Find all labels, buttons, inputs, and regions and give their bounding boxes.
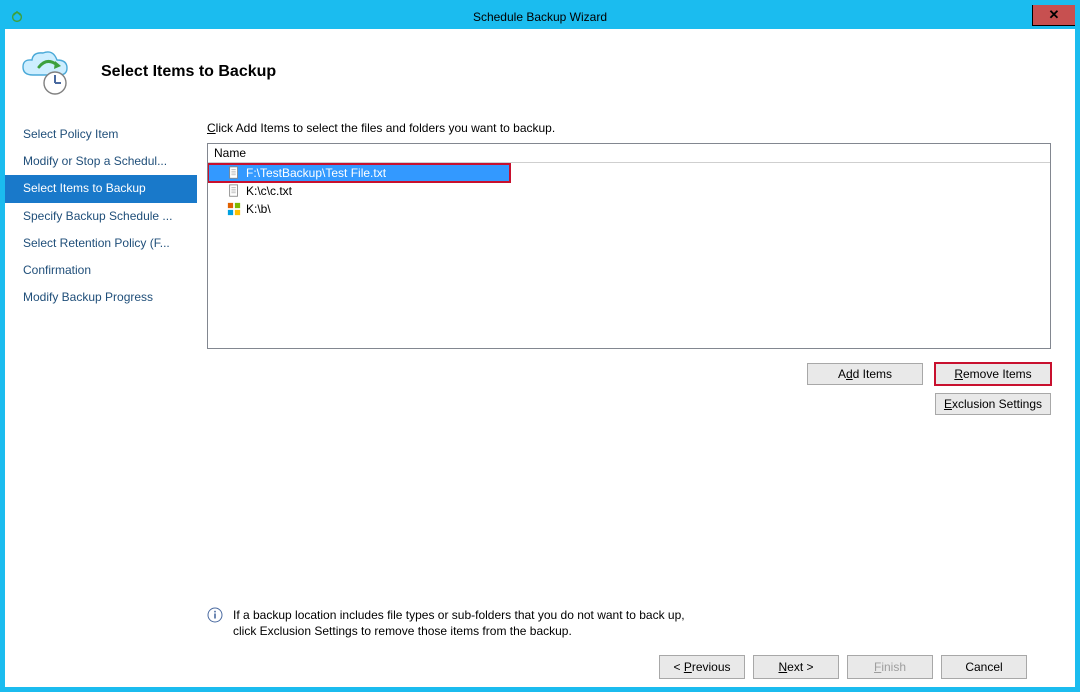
cloud-backup-icon — [15, 47, 75, 97]
info-icon — [207, 607, 223, 623]
sidebar-step-2[interactable]: Select Items to Backup — [5, 175, 197, 202]
next-button[interactable]: Next > — [753, 655, 839, 679]
sidebar-step-3[interactable]: Specify Backup Schedule ... — [5, 203, 197, 230]
list-item[interactable]: F:\TestBackup\Test File.txt — [208, 164, 510, 182]
items-listbox[interactable]: Name F:\TestBackup\Test File.txt K:\c\c.t… — [207, 143, 1051, 349]
wizard-steps-sidebar: Select Policy ItemModify or Stop a Sched… — [5, 115, 197, 687]
close-icon: ✕ — [1049, 7, 1060, 23]
list-item[interactable]: K:\c\c.txt — [208, 182, 1050, 200]
previous-button[interactable]: < Previous — [659, 655, 745, 679]
list-item[interactable]: K:\b\ — [208, 200, 1050, 218]
drive-icon — [226, 201, 242, 217]
page-title: Select Items to Backup — [101, 63, 276, 81]
instruction-text: Click Add Items to select the files and … — [207, 121, 1051, 135]
sidebar-step-4[interactable]: Select Retention Policy (F... — [5, 230, 197, 257]
list-item-label: K:\c\c.txt — [246, 184, 292, 198]
list-body: F:\TestBackup\Test File.txt K:\c\c.txt K:\… — [208, 163, 1050, 218]
sidebar-step-1[interactable]: Modify or Stop a Schedul... — [5, 148, 197, 175]
remove-items-button[interactable]: Remove Items — [935, 363, 1051, 385]
close-button[interactable]: ✕ — [1032, 5, 1075, 26]
info-text: If a backup location includes file types… — [233, 607, 693, 639]
cancel-button[interactable]: Cancel — [941, 655, 1027, 679]
window-title: Schedule Backup Wizard — [5, 10, 1075, 24]
sidebar-step-6[interactable]: Modify Backup Progress — [5, 284, 197, 311]
wizard-window: Schedule Backup Wizard ✕ Select Items to… — [0, 0, 1080, 692]
header: Select Items to Backup — [5, 29, 1075, 115]
list-item-label: K:\b\ — [246, 202, 271, 216]
body: Select Policy ItemModify or Stop a Sched… — [5, 115, 1075, 687]
file-icon — [226, 183, 242, 199]
file-icon — [226, 165, 242, 181]
info-zone: If a backup location includes file types… — [207, 449, 1051, 639]
exclusion-settings-button[interactable]: Exclusion Settings — [935, 393, 1051, 415]
add-items-button[interactable]: Add Items — [807, 363, 923, 385]
list-item-label: F:\TestBackup\Test File.txt — [246, 166, 386, 180]
titlebar: Schedule Backup Wizard ✕ — [5, 5, 1075, 29]
sidebar-step-0[interactable]: Select Policy Item — [5, 121, 197, 148]
wizard-footer: < Previous Next > Finish Cancel — [207, 647, 1051, 687]
main-panel: Click Add Items to select the files and … — [197, 115, 1075, 687]
content-area: Select Items to Backup Select Policy Ite… — [5, 29, 1075, 687]
list-column-header[interactable]: Name — [208, 144, 1050, 163]
finish-button: Finish — [847, 655, 933, 679]
list-buttons-row: Add Items Remove Items Exclusion Setting… — [207, 363, 1051, 415]
sidebar-step-5[interactable]: Confirmation — [5, 257, 197, 284]
